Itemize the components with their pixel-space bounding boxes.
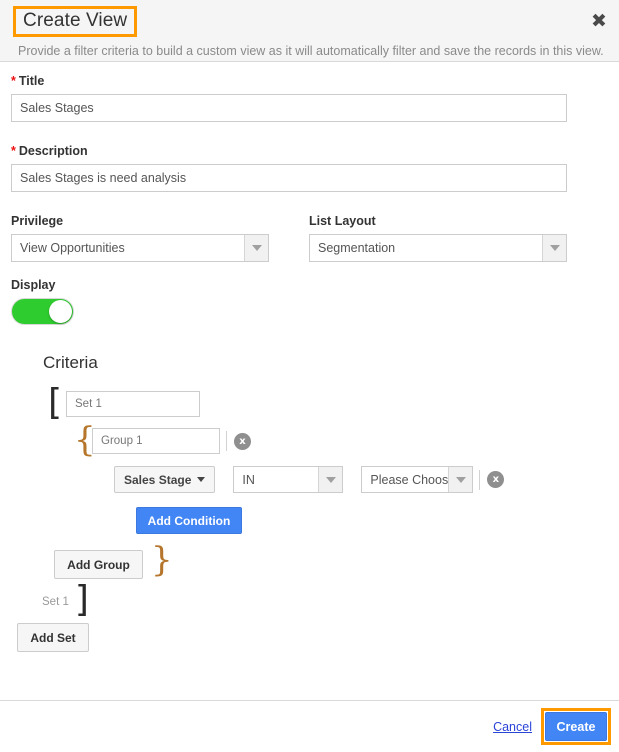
title-label-text: Title: [18, 74, 45, 88]
list-layout-value: Segmentation: [318, 241, 396, 255]
set-row: [: [48, 382, 608, 423]
criteria-section: Criteria [ { x Sales Stage IN: [11, 353, 608, 652]
add-set-button[interactable]: Add Set: [17, 623, 89, 652]
divider: [479, 469, 481, 490]
criteria-heading: Criteria: [43, 353, 98, 372]
chevron-down-icon: [197, 477, 206, 482]
create-button[interactable]: Create: [545, 712, 607, 741]
condition-operator-select[interactable]: IN: [233, 466, 344, 493]
chevron-down-icon: [542, 235, 566, 261]
privilege-column: Privilege View Opportunities: [11, 214, 269, 262]
condition-field-label: Sales Stage: [124, 472, 192, 487]
privilege-label: Privilege: [11, 214, 64, 228]
page-title: Create View: [23, 10, 128, 31]
condition-row: Sales Stage IN Please Choose x: [114, 466, 608, 493]
group-row: { x: [74, 420, 608, 460]
privilege-value: View Opportunities: [20, 241, 125, 255]
dialog-body: *Title *Description Privilege View Oppor…: [0, 62, 619, 700]
page-title-highlight: Create View: [13, 6, 138, 37]
condition-operator-value: IN: [242, 472, 255, 487]
remove-group-icon[interactable]: x: [234, 432, 251, 450]
privilege-select[interactable]: View Opportunities: [11, 234, 269, 262]
list-layout-label: List Layout: [309, 214, 376, 228]
title-input[interactable]: [11, 94, 567, 122]
description-label-text: Description: [18, 144, 88, 158]
chevron-down-icon: [448, 467, 473, 492]
set-open-bracket: [: [48, 382, 63, 423]
dialog-footer: Cancel Create: [0, 700, 619, 752]
list-layout-select[interactable]: Segmentation: [309, 234, 567, 262]
description-input[interactable]: [11, 164, 567, 192]
dialog-header: Create View Provide a filter criteria to…: [0, 0, 619, 62]
display-label: Display: [11, 278, 56, 292]
condition-field-dropdown[interactable]: Sales Stage: [114, 466, 216, 493]
chevron-down-icon: [318, 467, 343, 492]
condition-value-select[interactable]: Please Choose: [361, 466, 474, 493]
remove-condition-icon[interactable]: x: [487, 471, 505, 488]
set-name-input[interactable]: [66, 391, 200, 417]
list-layout-column: List Layout Segmentation: [309, 214, 567, 262]
required-marker: *: [11, 74, 16, 88]
required-marker: *: [11, 144, 16, 158]
toggle-knob: [49, 300, 72, 323]
divider: [226, 431, 227, 451]
chevron-down-icon: [244, 235, 268, 261]
title-field-label: * Title: [11, 74, 608, 88]
dropdown-row: Privilege View Opportunities List Layout…: [11, 214, 608, 262]
dialog-subtitle: Provide a filter criteria to build a cus…: [18, 44, 604, 58]
display-toggle[interactable]: [11, 298, 74, 325]
add-condition-button[interactable]: Add Condition: [136, 507, 242, 534]
description-field-label: * Description: [11, 144, 608, 158]
cancel-link[interactable]: Cancel: [493, 720, 532, 734]
set-close-bracket: ]: [74, 579, 89, 620]
condition-value-text: Please Choose: [370, 472, 449, 487]
set-close-label: Set 1: [42, 595, 69, 608]
close-icon[interactable]: ✖: [589, 11, 609, 31]
set-close-row: Set 1 ]: [42, 579, 608, 620]
group-open-brace: {: [74, 420, 96, 460]
create-view-dialog: Create View Provide a filter criteria to…: [0, 0, 619, 752]
group-name-input[interactable]: [92, 428, 220, 454]
group-close-brace: }: [151, 540, 173, 580]
create-button-highlight: Create: [541, 708, 611, 745]
add-group-button[interactable]: Add Group: [54, 550, 143, 579]
